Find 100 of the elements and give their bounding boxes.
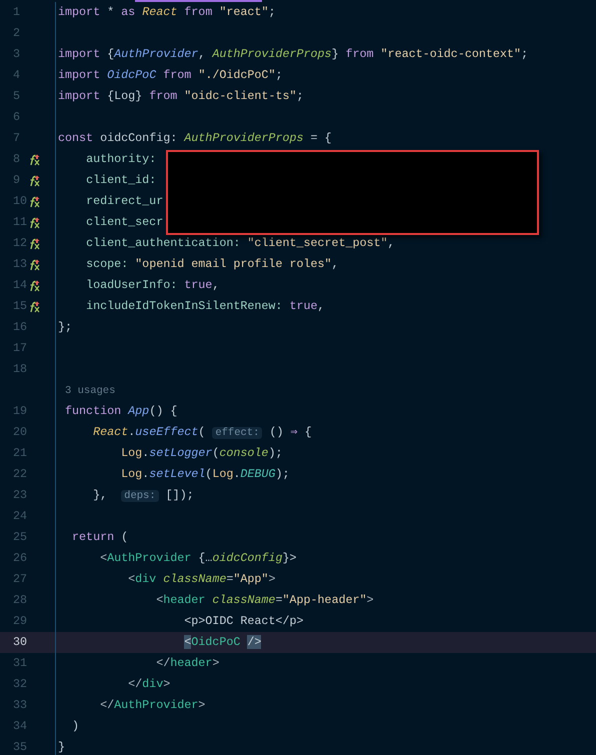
code-token: "App-header" <box>282 593 367 607</box>
line-number: 9 <box>12 172 22 189</box>
code-token: {Log} <box>107 89 142 103</box>
code-token: []); <box>166 488 194 502</box>
override-icon[interactable] <box>28 280 40 292</box>
line-number: 10 <box>12 193 28 210</box>
code-token: "react-oidc-context" <box>380 47 521 61</box>
line-number: 8 <box>12 151 22 168</box>
line-number: 14 <box>12 277 28 294</box>
code-token: React <box>142 5 178 19</box>
usages-hint[interactable]: 3 usages <box>65 385 116 397</box>
code-token: ( <box>198 425 206 439</box>
code-token: () { <box>149 404 178 418</box>
code-token: function <box>65 404 122 418</box>
code-token: > <box>366 593 374 607</box>
line-number: 32 <box>12 676 28 693</box>
code-token: redirect_ur <box>86 194 164 208</box>
code-token: className <box>212 593 276 607</box>
line-number: 15 <box>12 298 28 315</box>
code-token: import <box>58 68 100 82</box>
line-number: 6 <box>12 109 22 126</box>
code-token: . <box>233 467 240 481</box>
line-number: 13 <box>12 256 28 273</box>
line-number: 11 <box>12 214 28 231</box>
code-token: }; <box>58 320 72 334</box>
code-token: </ <box>156 656 170 670</box>
code-token: div <box>135 572 156 586</box>
code-token: , <box>388 236 395 250</box>
override-icon[interactable] <box>28 154 40 166</box>
override-icon[interactable] <box>28 216 40 228</box>
override-icon[interactable] <box>28 196 40 208</box>
code-token: < <box>156 593 164 607</box>
line-number: 19 <box>12 403 28 420</box>
code-token: from <box>346 47 374 61</box>
code-token: Log <box>212 467 234 481</box>
override-icon[interactable] <box>28 258 40 270</box>
code-token: * <box>107 5 114 19</box>
code-token: = { <box>310 131 332 145</box>
override-icon[interactable] <box>28 300 40 312</box>
code-token: = <box>275 593 282 607</box>
code-token: setLevel <box>149 467 206 481</box>
code-token: App <box>128 404 150 418</box>
code-token: "oidc-client-ts" <box>184 89 296 103</box>
code-token: } <box>332 47 339 61</box>
line-number: 12 <box>12 235 28 252</box>
code-token: } <box>58 740 66 754</box>
code-token: AuthProviderProps <box>212 47 332 61</box>
code-token: AuthProvider <box>107 551 192 565</box>
code-token: ; <box>268 5 276 19</box>
code-token: true <box>289 299 318 313</box>
code-token: from <box>184 5 212 19</box>
code-token: setLogger <box>149 446 212 460</box>
code-token: }, <box>93 488 108 502</box>
code-token: return <box>72 530 114 544</box>
code-token: > <box>198 698 206 712</box>
code-token: ); <box>268 446 282 460</box>
override-icon[interactable] <box>28 238 40 250</box>
code-token: import <box>58 47 100 61</box>
code-token: includeIdTokenInSilentRenew: <box>86 299 282 313</box>
line-number: 18 <box>12 361 28 378</box>
code-token: client_authentication: <box>86 236 240 250</box>
line-number: 24 <box>12 508 28 525</box>
code-token: { <box>107 47 114 61</box>
line-number: 7 <box>12 130 22 147</box>
code-token: ( <box>212 446 220 460</box>
line-number: 1 <box>12 4 22 21</box>
code-token: , <box>332 257 339 271</box>
line-number: 29 <box>12 613 28 630</box>
code-token: , <box>212 278 220 292</box>
line-number: 26 <box>12 550 28 567</box>
code-token: ; <box>275 68 282 82</box>
code-token: < <box>128 572 136 586</box>
code-token: const <box>58 131 94 145</box>
code-token: < <box>100 551 108 565</box>
code-token: AuthProviderProps <box>184 131 304 145</box>
code-token: . <box>142 467 150 481</box>
override-icon[interactable] <box>28 174 40 186</box>
code-token: {… <box>198 551 212 565</box>
code-token: AuthProvider <box>114 698 198 712</box>
code-token: > <box>268 572 276 586</box>
code-token: header <box>163 593 206 607</box>
code-token: loadUserInfo: <box>86 278 178 292</box>
code-token: "openid email profile roles" <box>135 257 332 271</box>
line-number: 3 <box>12 46 22 63</box>
code-token: client_id: <box>86 173 156 187</box>
line-number: 35 <box>12 739 28 755</box>
code-token: "react" <box>219 5 268 19</box>
code-token: div <box>142 677 164 691</box>
code-token: { <box>304 425 312 439</box>
line-number: 17 <box>12 340 28 357</box>
code-token: from <box>149 89 178 103</box>
code-token: ⇒ <box>290 425 298 439</box>
code-token: from <box>163 68 192 82</box>
code-token: > <box>163 677 170 691</box>
line-number: 21 <box>12 445 28 462</box>
code-token: scope: <box>86 257 128 271</box>
code-token: oidcConfig: <box>100 131 178 145</box>
code-token: React <box>93 425 128 439</box>
code-token: as <box>121 5 136 19</box>
line-number: 2 <box>12 25 22 42</box>
